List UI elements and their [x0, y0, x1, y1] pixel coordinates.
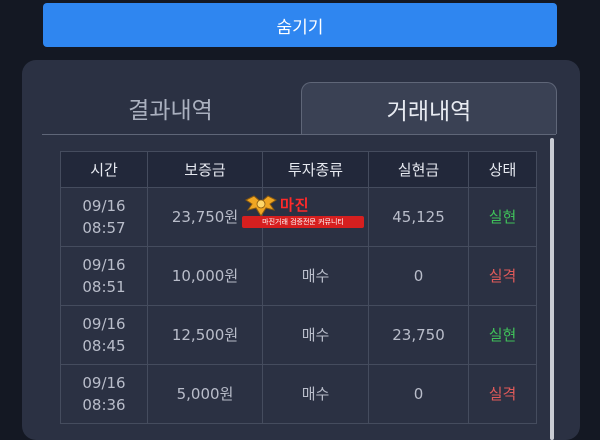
header-type: 투자종류	[262, 151, 369, 188]
cell-date-text: 09/16	[82, 256, 126, 274]
table-row[interactable]: 09/16 08:51 10,000원 매수 0 실격	[60, 246, 537, 306]
cell-date-text: 09/16	[82, 197, 126, 215]
table-row[interactable]: 09/16 08:57 23,750원 45,125 실현	[60, 187, 537, 247]
cell-status: 실격	[468, 246, 537, 306]
header-realized: 실현금	[368, 151, 469, 188]
cell-type: 매수	[262, 246, 369, 306]
cell-deposit: 10,000원	[147, 246, 263, 306]
cell-type	[262, 187, 369, 247]
header-time: 시간	[60, 151, 148, 188]
cell-realized: 0	[368, 246, 469, 306]
header-status: 상태	[468, 151, 537, 188]
cell-type: 매수	[262, 364, 369, 424]
tab-divider	[42, 134, 556, 135]
transactions-table: 시간 보증금 투자종류 실현금 상태 09/16 08:57 23,750원 45…	[60, 151, 537, 424]
cell-realized: 0	[368, 364, 469, 424]
transactions-table-wrap: 시간 보증금 투자종류 실현금 상태 09/16 08:57 23,750원 45…	[60, 151, 537, 440]
header-deposit: 보증금	[147, 151, 263, 188]
history-panel: 결과내역 거래내역 시간 보증금 투자종류 실현금 상태 09/16 08:57…	[22, 60, 580, 440]
hide-button[interactable]: 숨기기	[43, 3, 557, 47]
cell-time: 09/16 08:57	[60, 187, 148, 247]
cell-time-text: 08:36	[82, 396, 126, 414]
scrollbar[interactable]	[550, 138, 554, 440]
cell-realized: 23,750	[368, 305, 469, 365]
cell-time-text: 08:51	[82, 278, 126, 296]
table-row[interactable]: 09/16 08:36 5,000원 매수 0 실격	[60, 364, 537, 424]
cell-time: 09/16 08:45	[60, 305, 148, 365]
cell-type: 매수	[262, 305, 369, 365]
tab-results[interactable]: 결과내역	[42, 82, 299, 134]
cell-status: 실현	[468, 187, 537, 247]
cell-realized: 45,125	[368, 187, 469, 247]
cell-time: 09/16 08:36	[60, 364, 148, 424]
cell-deposit: 5,000원	[147, 364, 263, 424]
cell-deposit: 12,500원	[147, 305, 263, 365]
cell-status: 실현	[468, 305, 537, 365]
cell-date-text: 09/16	[82, 315, 126, 333]
cell-time-text: 08:45	[82, 337, 126, 355]
cell-time-text: 08:57	[82, 219, 126, 237]
cell-status: 실격	[468, 364, 537, 424]
table-header-row: 시간 보증금 투자종류 실현금 상태	[60, 151, 537, 188]
cell-date-text: 09/16	[82, 374, 126, 392]
cell-time: 09/16 08:51	[60, 246, 148, 306]
table-row[interactable]: 09/16 08:45 12,500원 매수 23,750 실현	[60, 305, 537, 365]
tab-transactions[interactable]: 거래내역	[301, 82, 557, 134]
cell-deposit: 23,750원	[147, 187, 263, 247]
